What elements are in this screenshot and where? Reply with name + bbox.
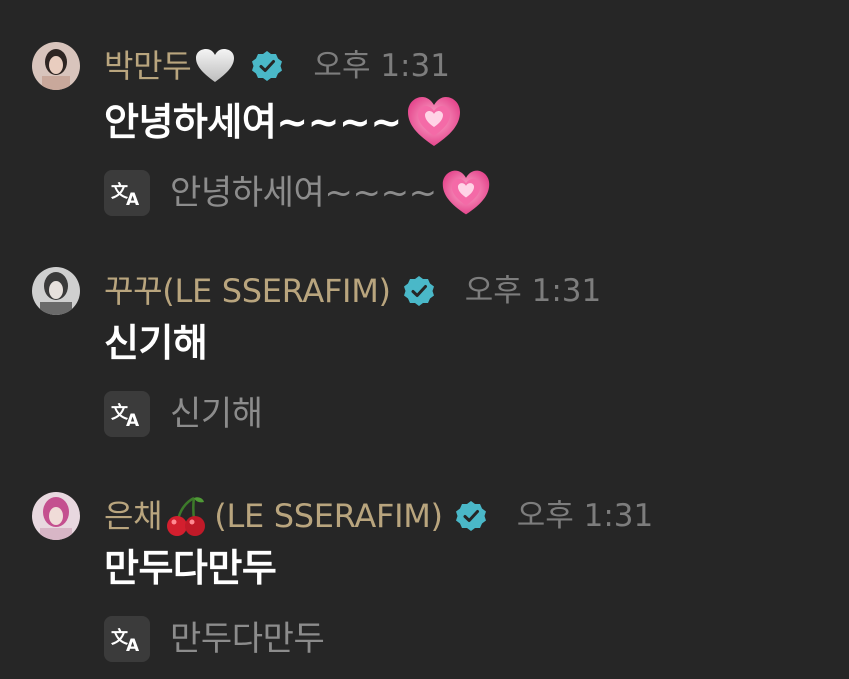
timestamp: 오후 1:31 <box>313 48 450 84</box>
svg-text:A: A <box>126 411 140 429</box>
translation-row: 文 A 안녕하세여~~~~ <box>104 168 491 218</box>
avatar[interactable] <box>32 267 80 315</box>
translated-text: 신기해 <box>170 391 263 437</box>
message-text: 만두다만두 <box>104 544 277 592</box>
author-name[interactable]: 박만두 <box>104 46 192 86</box>
verified-badge-icon <box>251 50 283 82</box>
message-text-content: 신기해 <box>104 321 208 365</box>
message-text-content: 안녕하세여~~~~ <box>104 100 402 144</box>
verified-badge-icon <box>403 275 435 307</box>
translated-text-content: 안녕하세여~~~~ <box>170 173 437 213</box>
translation-row: 文 A 만두다만두 <box>104 616 325 662</box>
message-header: 은채 (LE SSERAFIM) 오후 1:31 <box>104 492 653 540</box>
svg-text:A: A <box>126 190 140 208</box>
translation-row: 文 A 신기해 <box>104 391 263 437</box>
translate-icon[interactable]: 文 A <box>104 616 150 662</box>
translated-text-content: 만두다만두 <box>170 619 325 659</box>
growing-heart-icon <box>441 168 491 218</box>
author-name[interactable]: 은채 <box>104 496 163 536</box>
translated-text: 만두다만두 <box>170 616 325 662</box>
translate-icon[interactable]: 文 A <box>104 391 150 437</box>
message-text-content: 만두다만두 <box>104 546 277 590</box>
chat-message-list: 박만두 오후 1:31 안녕하세여~~~~ 文 A 안녕하세여~~~~ 꾸꾸(L… <box>0 0 849 679</box>
cherry-icon <box>164 494 208 538</box>
timestamp: 오후 1:31 <box>516 498 654 534</box>
message-header: 박만두 오후 1:31 <box>104 42 450 90</box>
svg-text:A: A <box>126 636 140 654</box>
verified-badge-icon <box>455 500 487 532</box>
message-header: 꾸꾸(LE SSERAFIM) 오후 1:31 <box>104 267 601 315</box>
author-group[interactable]: (LE SSERAFIM) <box>214 496 443 536</box>
message-text: 안녕하세여~~~~ <box>104 94 462 150</box>
avatar[interactable] <box>32 492 80 540</box>
timestamp: 오후 1:31 <box>464 273 602 309</box>
message-text: 신기해 <box>104 319 208 367</box>
avatar[interactable] <box>32 42 80 90</box>
translated-text: 안녕하세여~~~~ <box>170 168 491 218</box>
translated-text-content: 신기해 <box>170 394 263 434</box>
author-name[interactable]: 꾸꾸(LE SSERAFIM) <box>104 271 391 311</box>
translate-icon[interactable]: 文 A <box>104 170 150 216</box>
white-heart-icon <box>193 46 237 86</box>
growing-heart-icon <box>406 94 462 150</box>
